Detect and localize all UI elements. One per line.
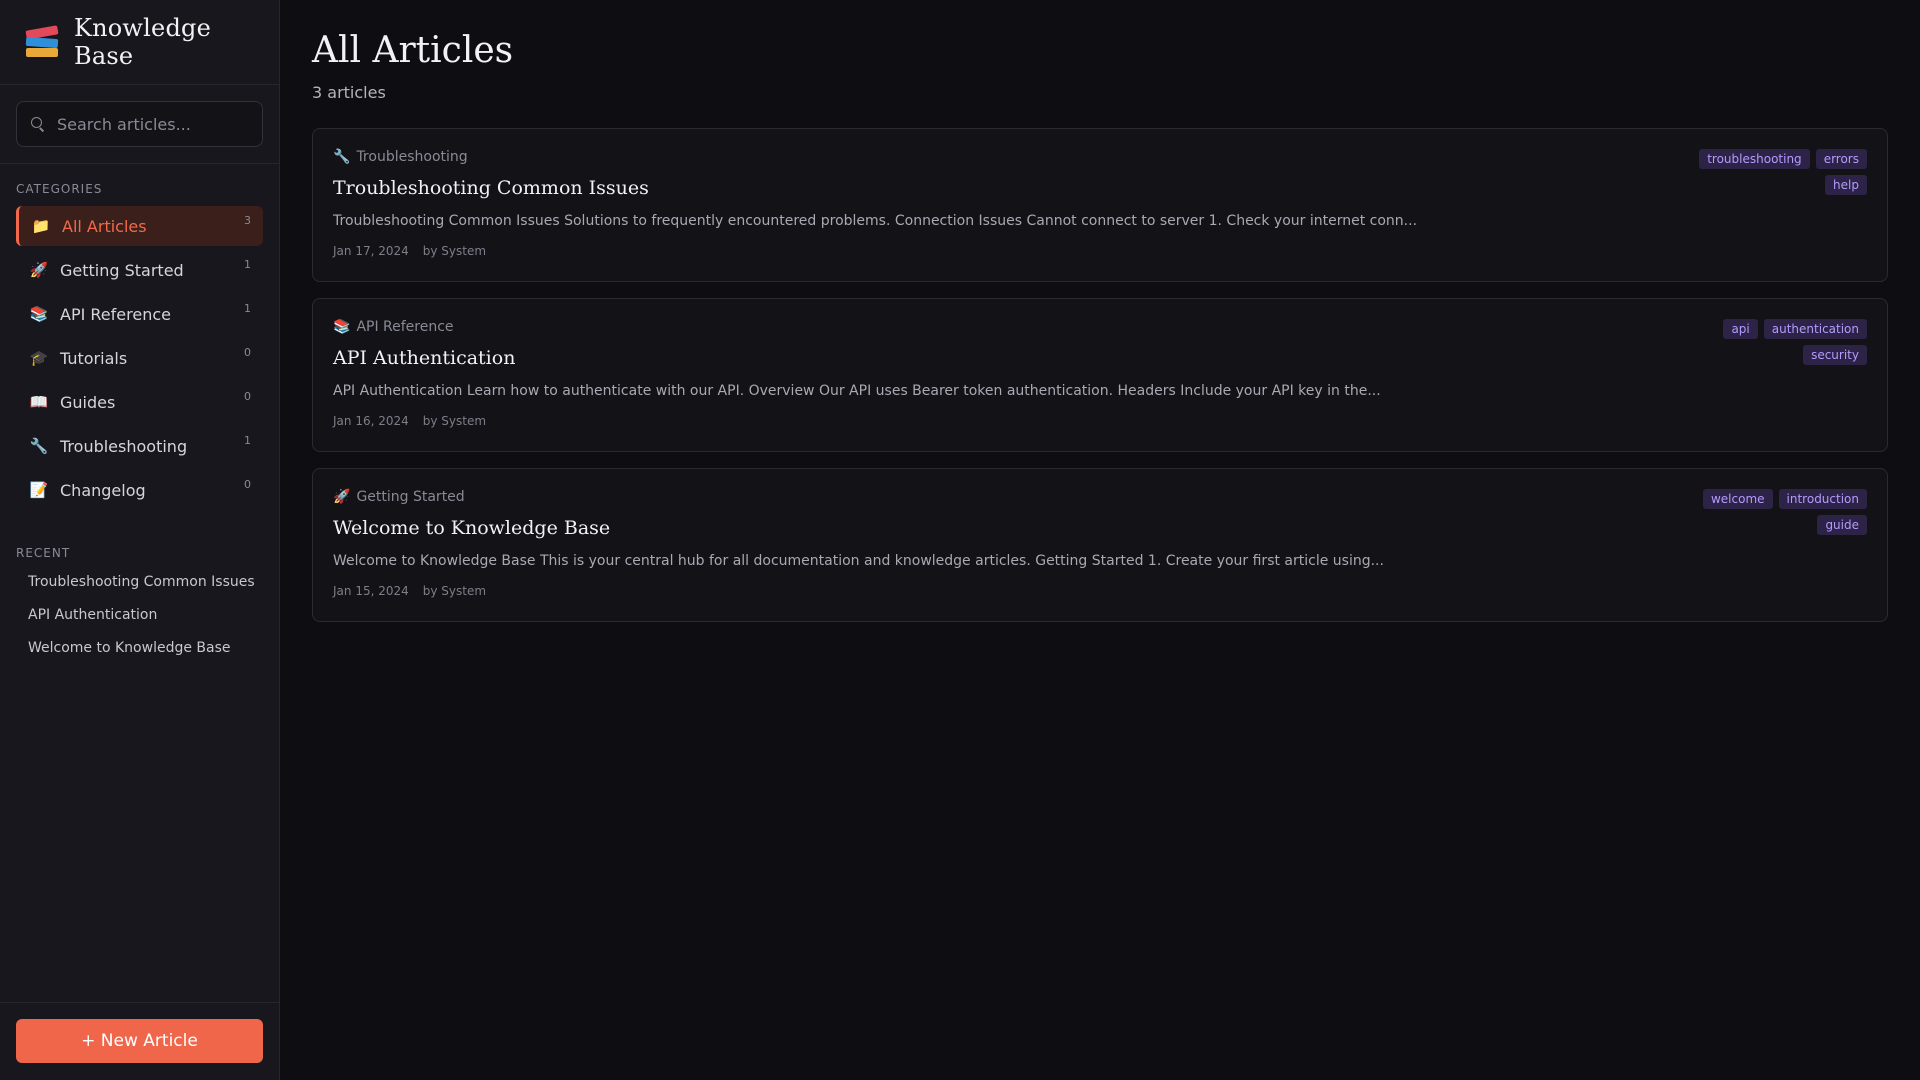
recent-item[interactable]: API Authentication xyxy=(16,607,263,623)
sidebar-item-count: 1 xyxy=(244,302,251,315)
sidebar-item-count: 1 xyxy=(244,434,251,447)
tutorials-icon: 🎓 xyxy=(29,349,49,367)
categories-label: CATEGORIES xyxy=(16,182,103,196)
sidebar-footer: + New Article xyxy=(0,1002,279,1080)
article-title[interactable]: API Authentication xyxy=(333,347,1867,369)
sidebar-item-api-reference[interactable]: 📚 API Reference 1 xyxy=(16,294,263,334)
sidebar-item-label: Troubleshooting xyxy=(60,436,188,456)
sidebar-item-troubleshooting[interactable]: 🔧 Troubleshooting 1 xyxy=(16,426,263,466)
article-date: Jan 16, 2024 xyxy=(333,414,409,428)
page-title: All Articles xyxy=(312,30,514,71)
sidebar-item-guides[interactable]: 📖 Guides 0 xyxy=(16,382,263,422)
sidebar-item-label: Changelog xyxy=(60,480,146,500)
article-category-label: Getting Started xyxy=(356,489,465,505)
sidebar-item-label: Guides xyxy=(60,392,116,412)
tag-errors[interactable]: errors xyxy=(1815,149,1867,169)
new-article-button[interactable]: + New Article xyxy=(16,1019,263,1063)
sidebar-item-count: 0 xyxy=(244,346,251,359)
article-category-label: API Reference xyxy=(356,319,454,335)
guides-icon: 📖 xyxy=(29,393,49,411)
article-excerpt: API Authentication Learn how to authenti… xyxy=(333,383,1381,399)
tag-troubleshooting[interactable]: troubleshooting xyxy=(1699,149,1810,169)
article-tags: welcome introduction guide xyxy=(1687,489,1867,535)
sidebar-item-label: Getting Started xyxy=(60,260,184,280)
search-input[interactable] xyxy=(57,114,257,134)
sidebar-item-tutorials[interactable]: 🎓 Tutorials 0 xyxy=(16,338,263,378)
sidebar-item-getting-started[interactable]: 🚀 Getting Started 1 xyxy=(16,250,263,290)
article-count: 3 articles xyxy=(312,83,386,102)
tag-authentication[interactable]: authentication xyxy=(1763,319,1867,339)
article-date: Jan 17, 2024 xyxy=(333,244,409,258)
article-author: by System xyxy=(422,414,487,428)
books-icon xyxy=(24,24,60,60)
sidebar-item-count: 0 xyxy=(244,390,251,403)
sidebar-item-changelog[interactable]: 📝 Changelog 0 xyxy=(16,470,263,510)
article-author: by System xyxy=(422,244,487,258)
tag-security[interactable]: security xyxy=(1803,345,1867,365)
search-box[interactable] xyxy=(16,101,263,147)
category-list: 📁 All Articles 3 🚀 Getting Started 1 📚 API Refe… xyxy=(0,196,279,510)
sidebar-item-count: 0 xyxy=(244,478,251,491)
tag-guide[interactable]: guide xyxy=(1817,515,1867,535)
search-container xyxy=(0,85,279,164)
recent-list: Troubleshooting Common Issues API Authent… xyxy=(0,560,279,656)
article-excerpt: Welcome to Knowledge Base This is your c… xyxy=(333,553,1384,569)
recent-section: RECENT Troubleshooting Common Issues API … xyxy=(0,510,279,656)
recent-item[interactable]: Welcome to Knowledge Base xyxy=(16,640,263,656)
changelog-icon: 📝 xyxy=(29,481,49,499)
main-content: All Articles 3 articles 🔧 Troubleshooting… xyxy=(280,0,1920,1080)
sidebar-item-count: 3 xyxy=(244,214,251,227)
sidebar-item-label: All Articles xyxy=(62,216,147,236)
article-category-label: Troubleshooting xyxy=(356,149,468,165)
article-tags: troubleshooting errors help xyxy=(1687,149,1867,195)
api-reference-icon: 📚 xyxy=(29,305,49,323)
article-title[interactable]: Troubleshooting Common Issues xyxy=(333,177,1867,199)
article-tags: api authentication security xyxy=(1687,319,1867,365)
tag-api[interactable]: api xyxy=(1723,319,1758,339)
getting-started-icon: 🚀 xyxy=(333,489,351,505)
troubleshooting-icon: 🔧 xyxy=(29,437,49,455)
article-excerpt: Troubleshooting Common Issues Solutions … xyxy=(333,213,1418,229)
sidebar-item-all-articles[interactable]: 📁 All Articles 3 xyxy=(16,206,263,246)
tag-introduction[interactable]: introduction xyxy=(1778,489,1867,509)
brand-header[interactable]: Knowledge Base xyxy=(0,0,279,85)
recent-label: RECENT xyxy=(16,546,71,560)
search-icon xyxy=(31,117,45,131)
sidebar: Knowledge Base CATEGORIES 📁 All Articles 3… xyxy=(0,0,280,1080)
article-author: by System xyxy=(422,584,487,598)
article-card[interactable]: 🔧 Troubleshooting Troubleshooting Common I… xyxy=(312,128,1888,282)
article-card[interactable]: 📚 API Reference API Authentication API Auth… xyxy=(312,298,1888,452)
sidebar-item-count: 1 xyxy=(244,258,251,271)
article-meta: Jan 17, 2024 by System xyxy=(333,244,1867,258)
article-meta: Jan 15, 2024 by System xyxy=(333,584,1867,598)
getting-started-icon: 🚀 xyxy=(29,261,49,279)
article-category: 🚀 Getting Started xyxy=(333,489,1867,505)
brand-title: Knowledge Base xyxy=(74,14,211,70)
article-card[interactable]: 🚀 Getting Started Welcome to Knowledge Bas… xyxy=(312,468,1888,622)
sidebar-item-label: API Reference xyxy=(60,304,171,324)
recent-item[interactable]: Troubleshooting Common Issues xyxy=(16,574,263,590)
api-reference-icon: 📚 xyxy=(333,319,351,335)
article-meta: Jan 16, 2024 by System xyxy=(333,414,1867,428)
app: Knowledge Base CATEGORIES 📁 All Articles 3… xyxy=(0,0,1920,1080)
tag-welcome[interactable]: welcome xyxy=(1702,489,1773,509)
all-articles-icon: 📁 xyxy=(31,217,51,235)
categories-section: CATEGORIES 📁 All Articles 3 🚀 Getting Starte… xyxy=(0,164,279,510)
article-list: 🔧 Troubleshooting Troubleshooting Common I… xyxy=(312,128,1888,622)
sidebar-item-label: Tutorials xyxy=(60,348,128,368)
article-title[interactable]: Welcome to Knowledge Base xyxy=(333,517,1867,539)
troubleshooting-icon: 🔧 xyxy=(333,149,351,165)
article-category: 🔧 Troubleshooting xyxy=(333,149,1867,165)
article-date: Jan 15, 2024 xyxy=(333,584,409,598)
tag-help[interactable]: help xyxy=(1825,175,1867,195)
article-category: 📚 API Reference xyxy=(333,319,1867,335)
